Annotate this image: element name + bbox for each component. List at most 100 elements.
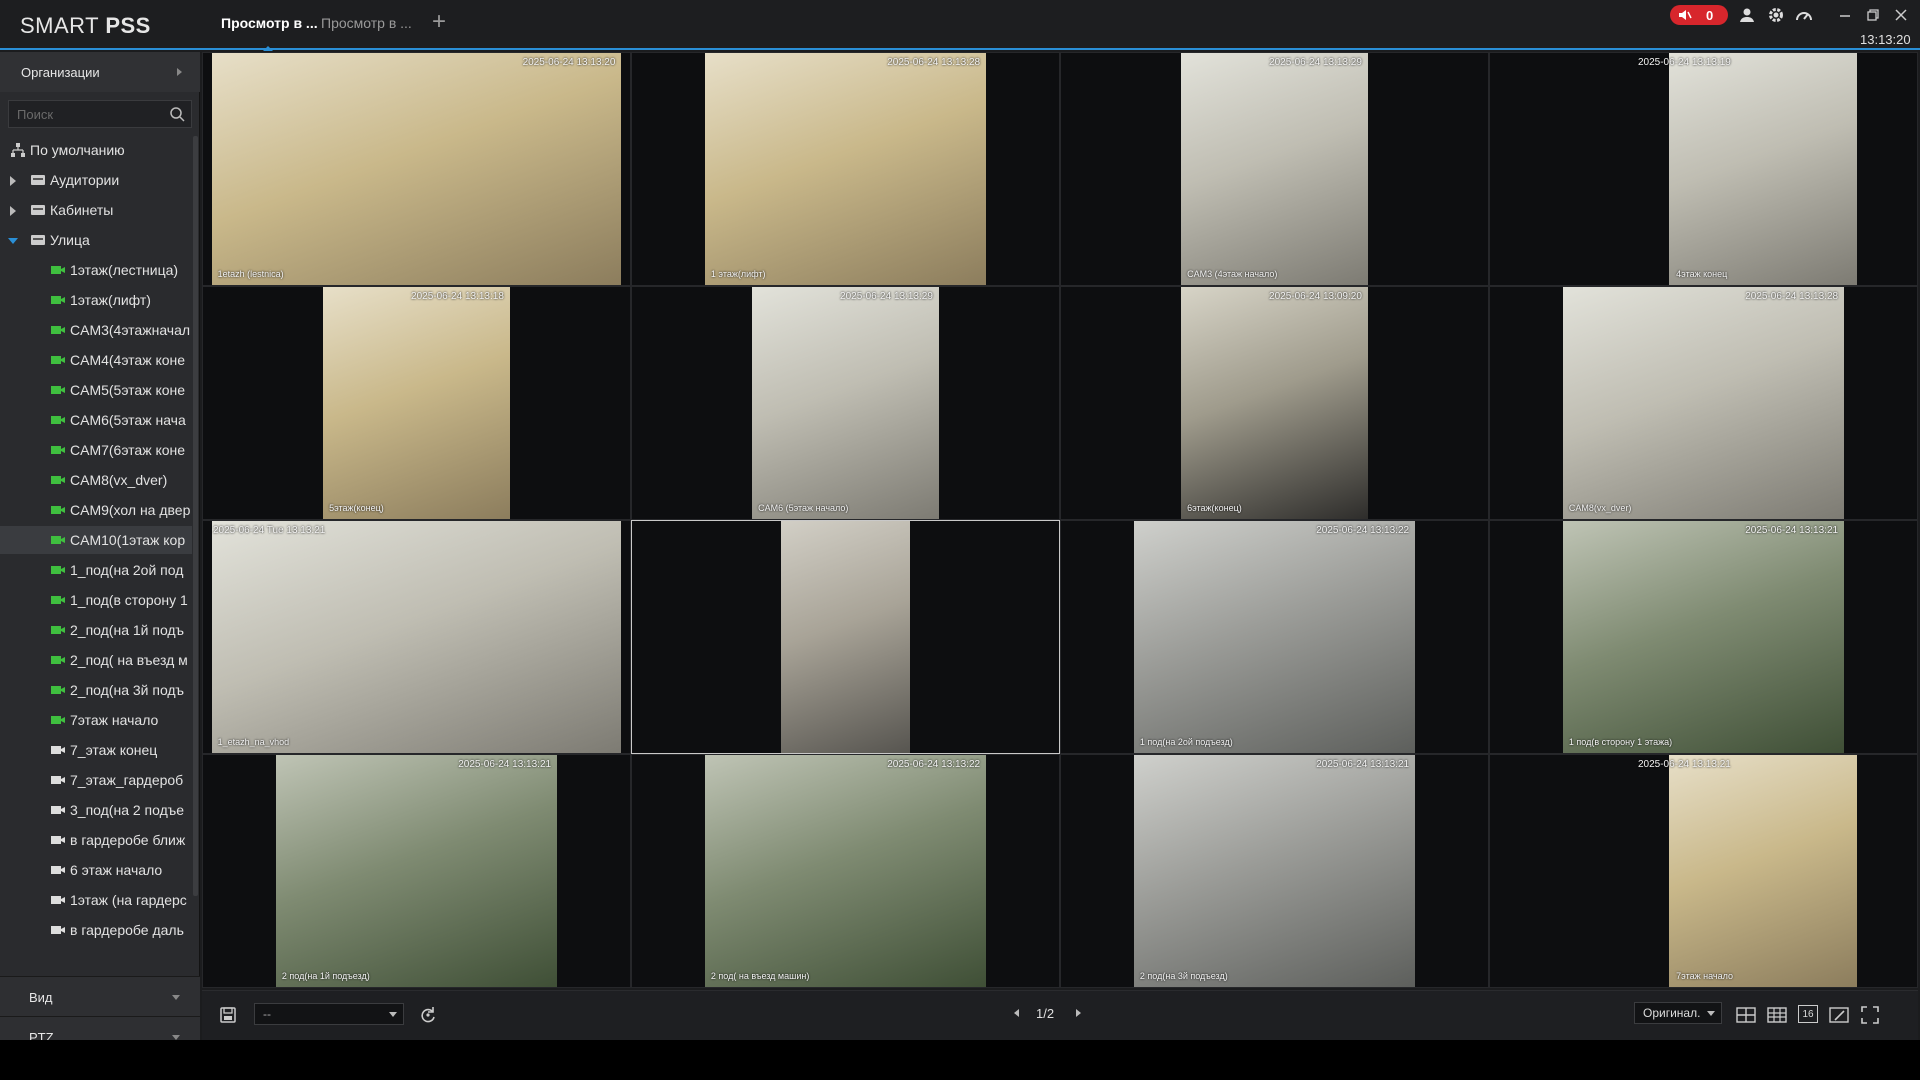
- gauge-icon[interactable]: [1795, 6, 1813, 24]
- camera-icon: [51, 806, 65, 814]
- camera-feed: [211, 521, 622, 753]
- add-tab-button[interactable]: +: [432, 10, 446, 34]
- camera-tree-item[interactable]: CAM7(6этаж коне: [0, 436, 192, 464]
- restore-icon[interactable]: [1864, 6, 1882, 24]
- camera-icon: [51, 866, 65, 874]
- video-cell[interactable]: 2025-06-24 13:13:19 4этаж конец: [1489, 52, 1918, 286]
- video-cell[interactable]: 2025-06-24 13:13:21 2 под(на 1й подъезд): [202, 754, 631, 988]
- video-cell[interactable]: 2025-06-24 13:13:21 7этаж начало: [1489, 754, 1918, 988]
- camera-icon: [51, 536, 65, 544]
- camera-label: 2_под( на въезд м: [70, 652, 188, 668]
- fullscreen-icon[interactable]: [1860, 1005, 1880, 1025]
- camera-icon: [51, 926, 65, 934]
- tree-group-auditorii[interactable]: Аудитории: [0, 166, 192, 194]
- split-9-icon[interactable]: [1767, 1005, 1787, 1025]
- camera-icon: [51, 836, 65, 844]
- collapse-icon[interactable]: [8, 238, 18, 244]
- video-grid: 2025-06-24 13:13:20 1etazh (lestnica) 2025…: [202, 52, 1918, 988]
- osd-timestamp: 2025-06-24 13:09:20: [1269, 291, 1362, 302]
- video-cell[interactable]: 2025-06-24 13:13:29 CAM3 (4этаж начало): [1060, 52, 1489, 286]
- camera-tree-item[interactable]: 7_этаж_гардероб: [0, 766, 192, 794]
- camera-tree-item[interactable]: CAM3(4этажначал: [0, 316, 192, 344]
- chevron-down-icon: [389, 1012, 397, 1017]
- camera-feed: [1562, 521, 1845, 753]
- camera-label: 1этаж(лифт): [70, 292, 151, 308]
- video-cell[interactable]: 2025-06-24 13:13:22 1 под(на 2ой подъезд): [1060, 520, 1489, 754]
- video-cell[interactable]: 2025-06-24 13:13:28 CAM8(vx_dver): [1489, 286, 1918, 520]
- camera-tree-item[interactable]: CAM8(vx_dver): [0, 466, 192, 494]
- camera-tree-item[interactable]: 2_под(на 3й подъ: [0, 676, 192, 704]
- organizations-header[interactable]: Организации: [0, 52, 200, 92]
- tree-scrollbar[interactable]: [193, 136, 198, 896]
- custom-split-icon[interactable]: [1829, 1005, 1849, 1025]
- app-logo: SMART PSS: [20, 13, 151, 38]
- close-icon[interactable]: [1892, 6, 1910, 24]
- camera-tree-item[interactable]: CAM5(5этаж коне: [0, 376, 192, 404]
- camera-label: 1_под(в сторону 1: [70, 592, 188, 608]
- expand-icon[interactable]: [10, 206, 16, 216]
- camera-label: 1этаж(лестница): [70, 262, 179, 278]
- camera-icon: [51, 686, 65, 694]
- gear-icon[interactable]: [1767, 6, 1785, 24]
- view-layout-select[interactable]: --: [254, 1003, 404, 1025]
- user-icon[interactable]: [1738, 6, 1756, 24]
- camera-tree-item[interactable]: 7этаж начало: [0, 706, 192, 734]
- camera-tree-item[interactable]: в гардеробе ближ: [0, 826, 192, 854]
- view-panel-header[interactable]: Вид: [0, 976, 200, 1016]
- tree-group-kabinety[interactable]: Кабинеты: [0, 196, 192, 224]
- video-cell[interactable]: 2025-06-24 13:09:20 6этаж(конец): [1060, 286, 1489, 520]
- video-cell[interactable]: 2025-06-24 13:13:21 2 под(на 3й подъезд): [1060, 754, 1489, 988]
- camera-tree-item[interactable]: 1этаж(лифт): [0, 286, 192, 314]
- tree-group-label: Улица: [50, 232, 90, 248]
- expand-icon[interactable]: [10, 176, 16, 186]
- aspect-ratio-select[interactable]: Оригинал.: [1634, 1002, 1722, 1024]
- video-cell[interactable]: 2025-06-24 13:13:29 CAM6 (5этаж начало): [631, 286, 1060, 520]
- camera-tree-item[interactable]: 6 этаж начало: [0, 856, 192, 884]
- split-16-button[interactable]: 16: [1798, 1005, 1818, 1023]
- video-cell[interactable]: 2025-06-24 13:13:20 1etazh (lestnica): [202, 52, 631, 286]
- camera-tree-item[interactable]: 1этаж (на гардерс: [0, 886, 192, 914]
- camera-label: 3_под(на 2 подъе: [70, 802, 185, 818]
- tree-root[interactable]: По умолчанию: [0, 136, 192, 164]
- video-cell[interactable]: 2025-06-24 13:13:18 5этаж(конец): [202, 286, 631, 520]
- next-page-button[interactable]: [1076, 1009, 1081, 1017]
- video-cell[interactable]: 2025-06-24 13:13:21 1 под(в сторону 1 эта…: [1489, 520, 1918, 754]
- camera-tree-item[interactable]: 1_под(на 2ой под: [0, 556, 192, 584]
- osd-timestamp: 2025-06-24 13:13:29: [840, 291, 933, 302]
- tab-live-view-1[interactable]: Просмотр в ...: [221, 15, 318, 51]
- camera-feed: [781, 521, 910, 753]
- camera-tree-item[interactable]: 7_этаж конец: [0, 736, 192, 764]
- tree-group-ulica[interactable]: Улица: [0, 226, 192, 254]
- camera-tree-item[interactable]: в гардеробе даль: [0, 916, 192, 944]
- tab-live-view-2[interactable]: Просмотр в ...: [321, 15, 412, 31]
- video-cell[interactable]: 2025-06-24 13:13:22 2 под( на въезд машин…: [631, 754, 1060, 988]
- bottom-toolbar: -- 1/2 Оригинал. 16: [202, 990, 1918, 1040]
- search-icon[interactable]: [169, 106, 185, 122]
- camera-label: в гардеробе ближ: [70, 832, 186, 848]
- camera-label: 7_этаж конец: [70, 742, 158, 758]
- camera-tree-item[interactable]: CAM4(4этаж коне: [0, 346, 192, 374]
- refresh-icon[interactable]: [418, 1005, 438, 1025]
- video-cell[interactable]: 2025-06-24 13:13:28 1 этаж(лифт): [631, 52, 1060, 286]
- search-input[interactable]: [17, 106, 167, 122]
- camera-icon: [51, 506, 65, 514]
- osd-timestamp: 2025-06-24 13:13:21: [458, 759, 552, 770]
- save-layout-icon[interactable]: [218, 1005, 238, 1025]
- minimize-icon[interactable]: [1836, 6, 1854, 24]
- camera-tree-item[interactable]: 2_под( на въезд м: [0, 646, 192, 674]
- video-cell[interactable]: 2025-06-24 Tue 13:13:21 1_etazh_na_vhod: [202, 520, 631, 754]
- camera-tree-item[interactable]: CAM6(5этаж нача: [0, 406, 192, 434]
- camera-tree-item[interactable]: CAM10(1этаж кор: [0, 526, 192, 554]
- camera-tree-item[interactable]: 1_под(в сторону 1: [0, 586, 192, 614]
- camera-tree-item[interactable]: 1этаж(лестница): [0, 256, 192, 284]
- camera-tree-item[interactable]: 3_под(на 2 подъе: [0, 796, 192, 824]
- dvr-icon: [31, 205, 45, 215]
- alarm-button[interactable]: 0: [1670, 5, 1728, 25]
- prev-page-button[interactable]: [1014, 1009, 1019, 1017]
- split-4-icon[interactable]: [1736, 1005, 1756, 1025]
- osd-timestamp: 2025-06-24 13:13:28: [887, 57, 981, 68]
- camera-tree-item[interactable]: 2_под(на 1й подъ: [0, 616, 192, 644]
- video-cell[interactable]: [631, 520, 1060, 754]
- camera-tree-item[interactable]: CAM9(хол на двер: [0, 496, 192, 524]
- camera-feed: [704, 53, 987, 285]
